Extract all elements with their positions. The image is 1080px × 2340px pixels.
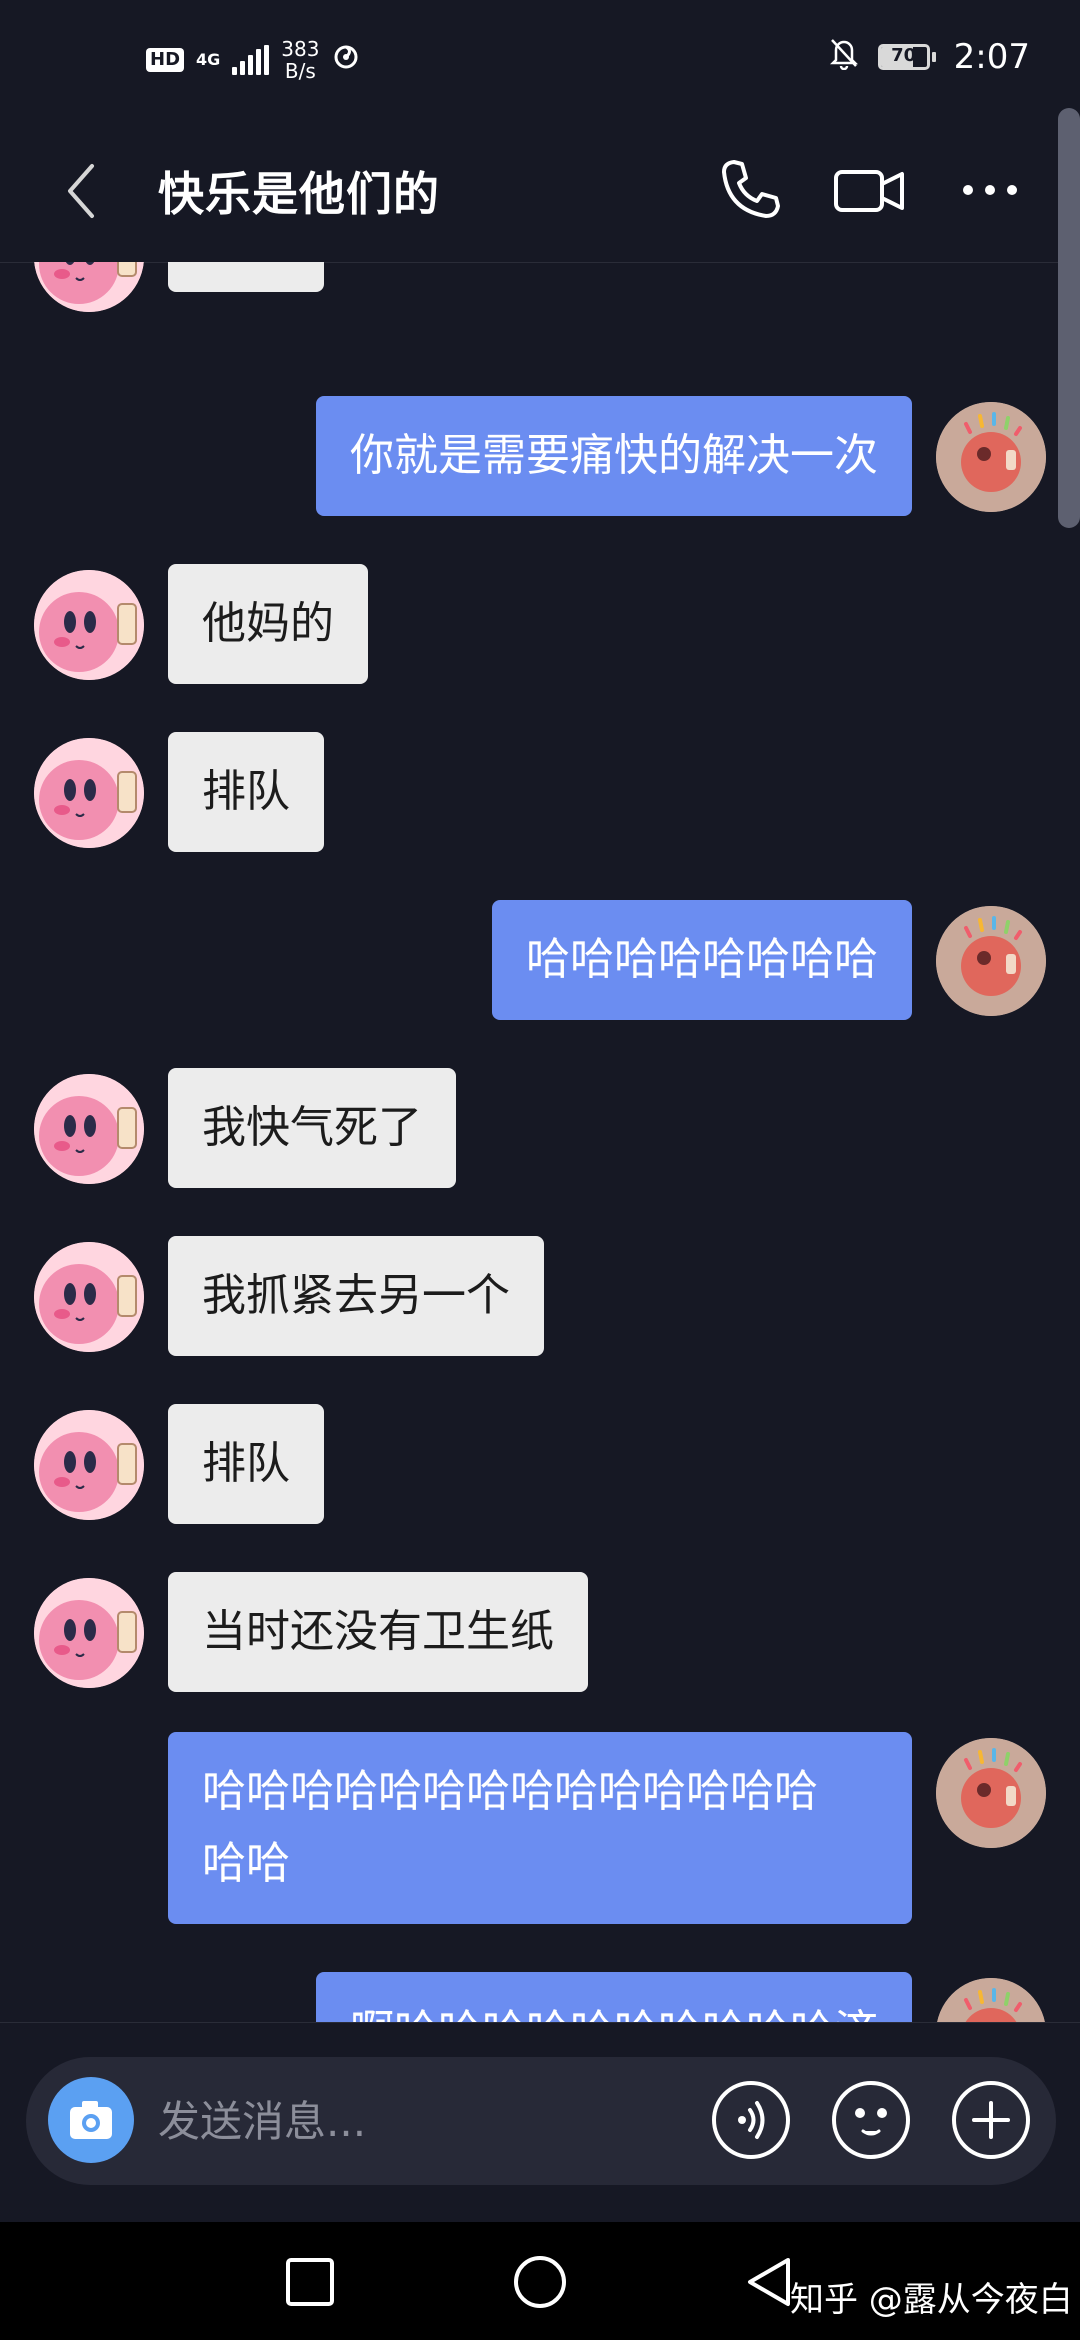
- square-icon: [286, 2258, 334, 2306]
- my-avatar[interactable]: [936, 402, 1046, 512]
- back-button[interactable]: [52, 156, 112, 226]
- message-bubble-received[interactable]: 我快气死了: [168, 1068, 456, 1188]
- battery-level: 70: [891, 45, 917, 66]
- my-avatar[interactable]: [936, 1738, 1046, 1848]
- status-left: HD 4G 383 B/s: [146, 38, 361, 82]
- home-button[interactable]: [510, 2252, 570, 2312]
- status-right: 70 2:07: [828, 36, 1030, 78]
- signal-icon: [232, 45, 270, 75]
- my-avatar[interactable]: [936, 906, 1046, 1016]
- message-bubble-sent[interactable]: 你就是需要痛快的解决一次: [316, 396, 912, 516]
- phone-icon: [722, 160, 780, 218]
- video-call-button[interactable]: [830, 150, 910, 230]
- emoji-icon: [832, 2081, 910, 2159]
- message-list[interactable]: 然后 你就是需要痛快的解决一次 他妈的 排队 哈哈哈哈哈哈哈哈 我快气死了 我抓…: [0, 262, 1080, 2022]
- message-input[interactable]: [156, 2085, 710, 2157]
- message-bubble-sent[interactable]: 啊哈哈哈哈哈哈哈哈哈哈济: [316, 1972, 912, 2022]
- contact-avatar[interactable]: [34, 1074, 144, 1184]
- voice-button[interactable]: [710, 2079, 792, 2161]
- hd-badge: HD: [146, 48, 185, 72]
- more-icon: [963, 185, 1017, 195]
- camera-icon: [70, 2101, 112, 2139]
- input-bar: [26, 2057, 1056, 2185]
- clock: 2:07: [953, 37, 1030, 77]
- speed-unit: B/s: [284, 59, 316, 83]
- message-bubble-received[interactable]: 排队: [168, 732, 324, 852]
- more-actions-button[interactable]: [950, 2079, 1032, 2161]
- network-type: 4G: [196, 50, 221, 69]
- message-bubble-received[interactable]: 他妈的: [168, 564, 368, 684]
- nfc-icon: [331, 41, 361, 79]
- message-bubble-received[interactable]: 然后: [168, 262, 324, 292]
- camera-button[interactable]: [48, 2077, 134, 2163]
- contact-avatar[interactable]: [34, 1578, 144, 1688]
- contact-avatar[interactable]: [34, 570, 144, 680]
- voice-icon: [712, 2081, 790, 2159]
- battery-icon: 70: [877, 44, 936, 70]
- more-button[interactable]: [950, 150, 1030, 230]
- message-bubble-received[interactable]: 我抓紧去另一个: [168, 1236, 544, 1356]
- contact-avatar[interactable]: [34, 262, 144, 312]
- contact-avatar[interactable]: [34, 1410, 144, 1520]
- speed-value: 383: [281, 37, 320, 61]
- recents-button[interactable]: [280, 2252, 340, 2312]
- contact-avatar[interactable]: [34, 738, 144, 848]
- chat-title: 快乐是他们的: [158, 167, 440, 221]
- watermark: 知乎 @露从今夜白: [790, 2280, 1073, 2320]
- circle-icon: [514, 2256, 566, 2308]
- mute-bell-icon: [828, 36, 860, 78]
- back-icon: [68, 164, 94, 218]
- voice-call-button[interactable]: [710, 150, 790, 230]
- composer: [0, 2022, 1080, 2223]
- status-bar: HD 4G 383 B/s 70 2:07: [0, 0, 1080, 120]
- message-bubble-received[interactable]: 排队: [168, 1404, 324, 1524]
- emoji-button[interactable]: [830, 2079, 912, 2161]
- contact-avatar[interactable]: [34, 1242, 144, 1352]
- video-icon: [834, 170, 904, 212]
- message-bubble-received[interactable]: 当时还没有卫生纸: [168, 1572, 588, 1692]
- chat-header: 快乐是他们的: [0, 120, 1080, 263]
- network-speed: 383 B/s: [281, 38, 319, 82]
- my-avatar[interactable]: [936, 1978, 1046, 2022]
- system-nav-bar: 知乎 @露从今夜白: [0, 2222, 1080, 2340]
- scrollbar[interactable]: [1058, 108, 1080, 528]
- plus-icon: [952, 2081, 1030, 2159]
- message-bubble-sent[interactable]: 哈哈哈哈哈哈哈哈: [492, 900, 912, 1020]
- message-bubble-sent[interactable]: 哈哈哈哈哈哈哈哈哈哈哈哈哈哈 哈哈: [168, 1732, 912, 1924]
